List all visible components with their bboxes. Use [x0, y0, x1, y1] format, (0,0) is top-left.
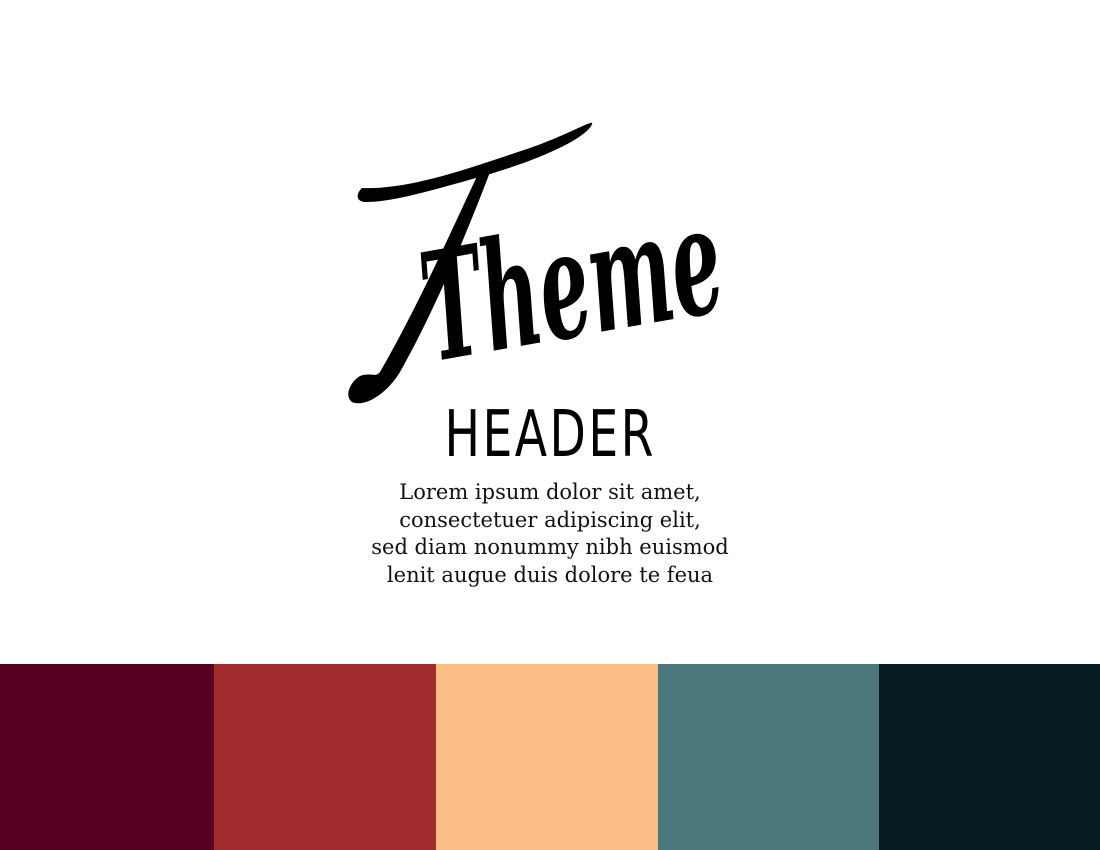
header-word: HEADER	[444, 398, 656, 472]
script-title: Theme	[348, 122, 735, 404]
swatch-red	[214, 664, 436, 850]
color-palette	[0, 664, 1100, 850]
body-line: sed diam nonummy nibh euismod	[371, 535, 729, 559]
swatch-peach	[436, 664, 658, 850]
swatch-maroon	[0, 664, 214, 850]
swatch-dark-navy	[879, 664, 1100, 850]
theme-preview-page: Theme HEADER Lorem ipsum dolor sit amet,…	[0, 0, 1100, 850]
swatch-teal	[658, 664, 879, 850]
script-word: Theme	[409, 171, 735, 396]
body-text: Lorem ipsum dolor sit amet, consectetuer…	[0, 479, 1100, 589]
body-line: lenit augue duis dolore te feua	[386, 562, 714, 587]
body-line: consectetuer adipiscing elit,	[399, 507, 701, 532]
body-line: Lorem ipsum dolor sit amet,	[399, 480, 701, 504]
logo-block: Theme HEADER Lorem ipsum dolor sit amet,…	[0, 0, 1100, 600]
